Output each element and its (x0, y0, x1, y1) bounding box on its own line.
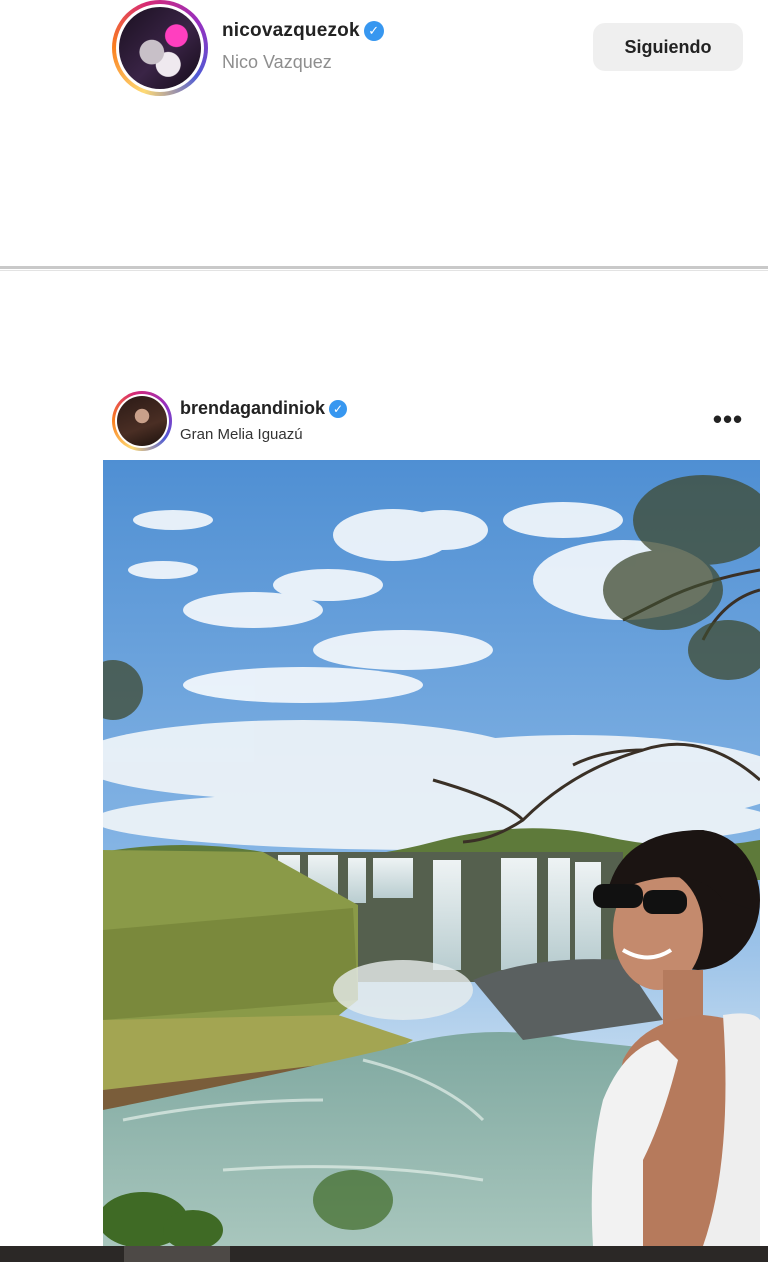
post-location[interactable]: Gran Melia Iguazú (180, 426, 303, 443)
post-author-avatar[interactable] (112, 391, 172, 451)
profile-username[interactable]: nicovazquezok ✓ (222, 20, 384, 42)
avatar-image (119, 7, 201, 89)
section-divider (0, 266, 768, 269)
post-avatar-image (117, 396, 167, 446)
profile-row: nicovazquezok ✓ Nico Vazquez Siguiendo (0, 0, 768, 120)
waterfall-selfie-image (103, 460, 760, 1246)
post-photo[interactable] (103, 460, 760, 1246)
post-author-username[interactable]: brendagandiniok ✓ (180, 398, 348, 419)
profile-username-text: nicovazquezok (222, 20, 360, 41)
bottom-bar (0, 1246, 768, 1262)
section-divider-shadow (0, 270, 768, 271)
bottom-bar-indicator (124, 1246, 230, 1262)
post-username-text: brendagandiniok (180, 398, 326, 418)
following-button[interactable]: Siguiendo (593, 23, 743, 71)
verified-badge-icon: ✓ (329, 400, 348, 418)
more-options-icon[interactable]: ••• (708, 404, 748, 434)
profile-full-name: Nico Vazquez (222, 52, 332, 72)
profile-avatar[interactable] (112, 0, 208, 96)
verified-badge-icon: ✓ (363, 21, 384, 41)
